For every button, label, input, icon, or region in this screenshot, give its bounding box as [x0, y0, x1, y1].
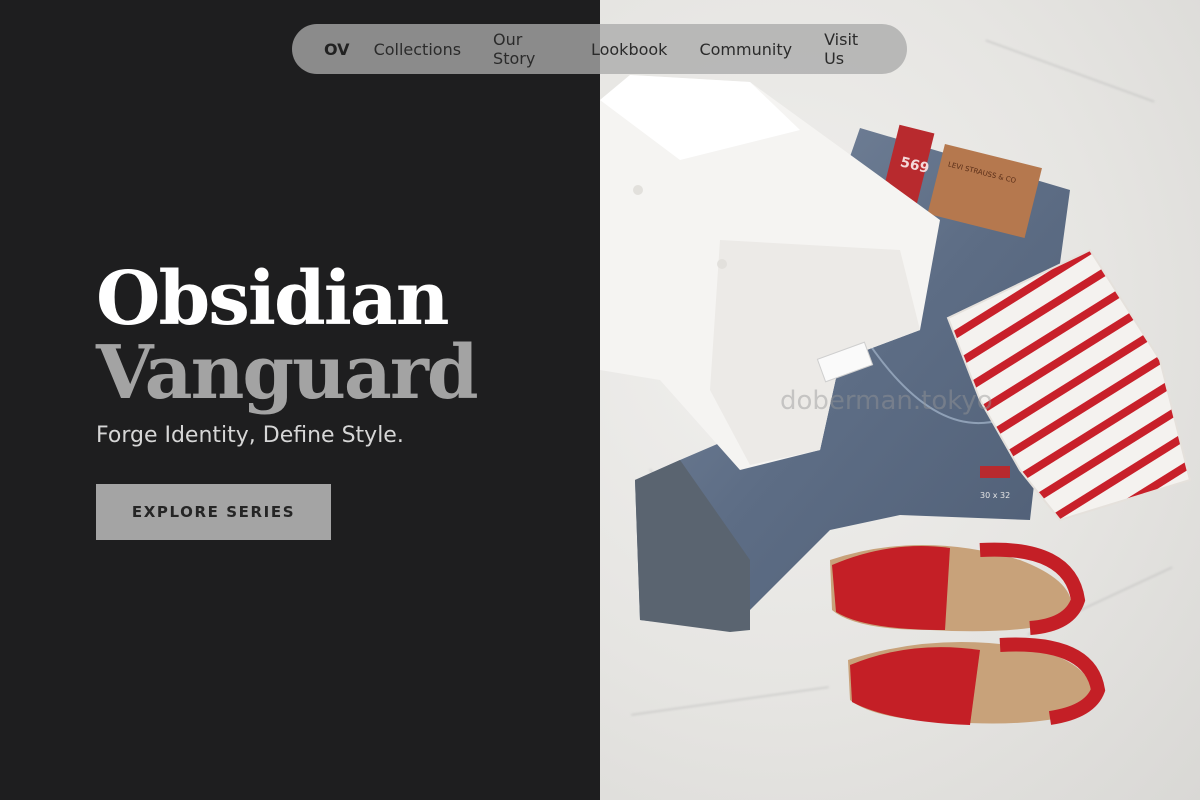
hero-title-line-2: Vanguard — [96, 330, 479, 416]
nav-link-collections[interactable]: Collections — [374, 40, 461, 59]
photo-watermark: doberman.tokyo — [780, 386, 993, 416]
nav-link-community[interactable]: Community — [699, 40, 792, 59]
red-sandals — [830, 542, 1106, 725]
explore-series-button[interactable]: EXPLORE SERIES — [96, 484, 331, 540]
shirt-button — [633, 185, 643, 195]
hero-subtitle: Forge Identity, Define Style. — [96, 423, 404, 448]
jeans-back-tab — [980, 466, 1010, 478]
hero-title-line-1: Obsidian — [96, 256, 450, 342]
jeans-size-label: 30 x 32 — [980, 491, 1010, 500]
brand-logo[interactable]: OV — [324, 40, 350, 59]
shirt-button — [717, 259, 727, 269]
nav-link-visit-us[interactable]: Visit Us — [824, 30, 875, 68]
nav-link-lookbook[interactable]: Lookbook — [591, 40, 667, 59]
hero-title: Obsidian Vanguard — [96, 256, 479, 416]
top-navigation: OV Collections Our Story Lookbook Commun… — [292, 24, 907, 74]
product-image: 569 LEVI STRAUSS & CO 30 x 32 doberman.t… — [600, 0, 1200, 800]
hero-panel: Obsidian Vanguard Forge Identity, Define… — [0, 0, 600, 800]
nav-link-our-story[interactable]: Our Story — [493, 30, 559, 68]
